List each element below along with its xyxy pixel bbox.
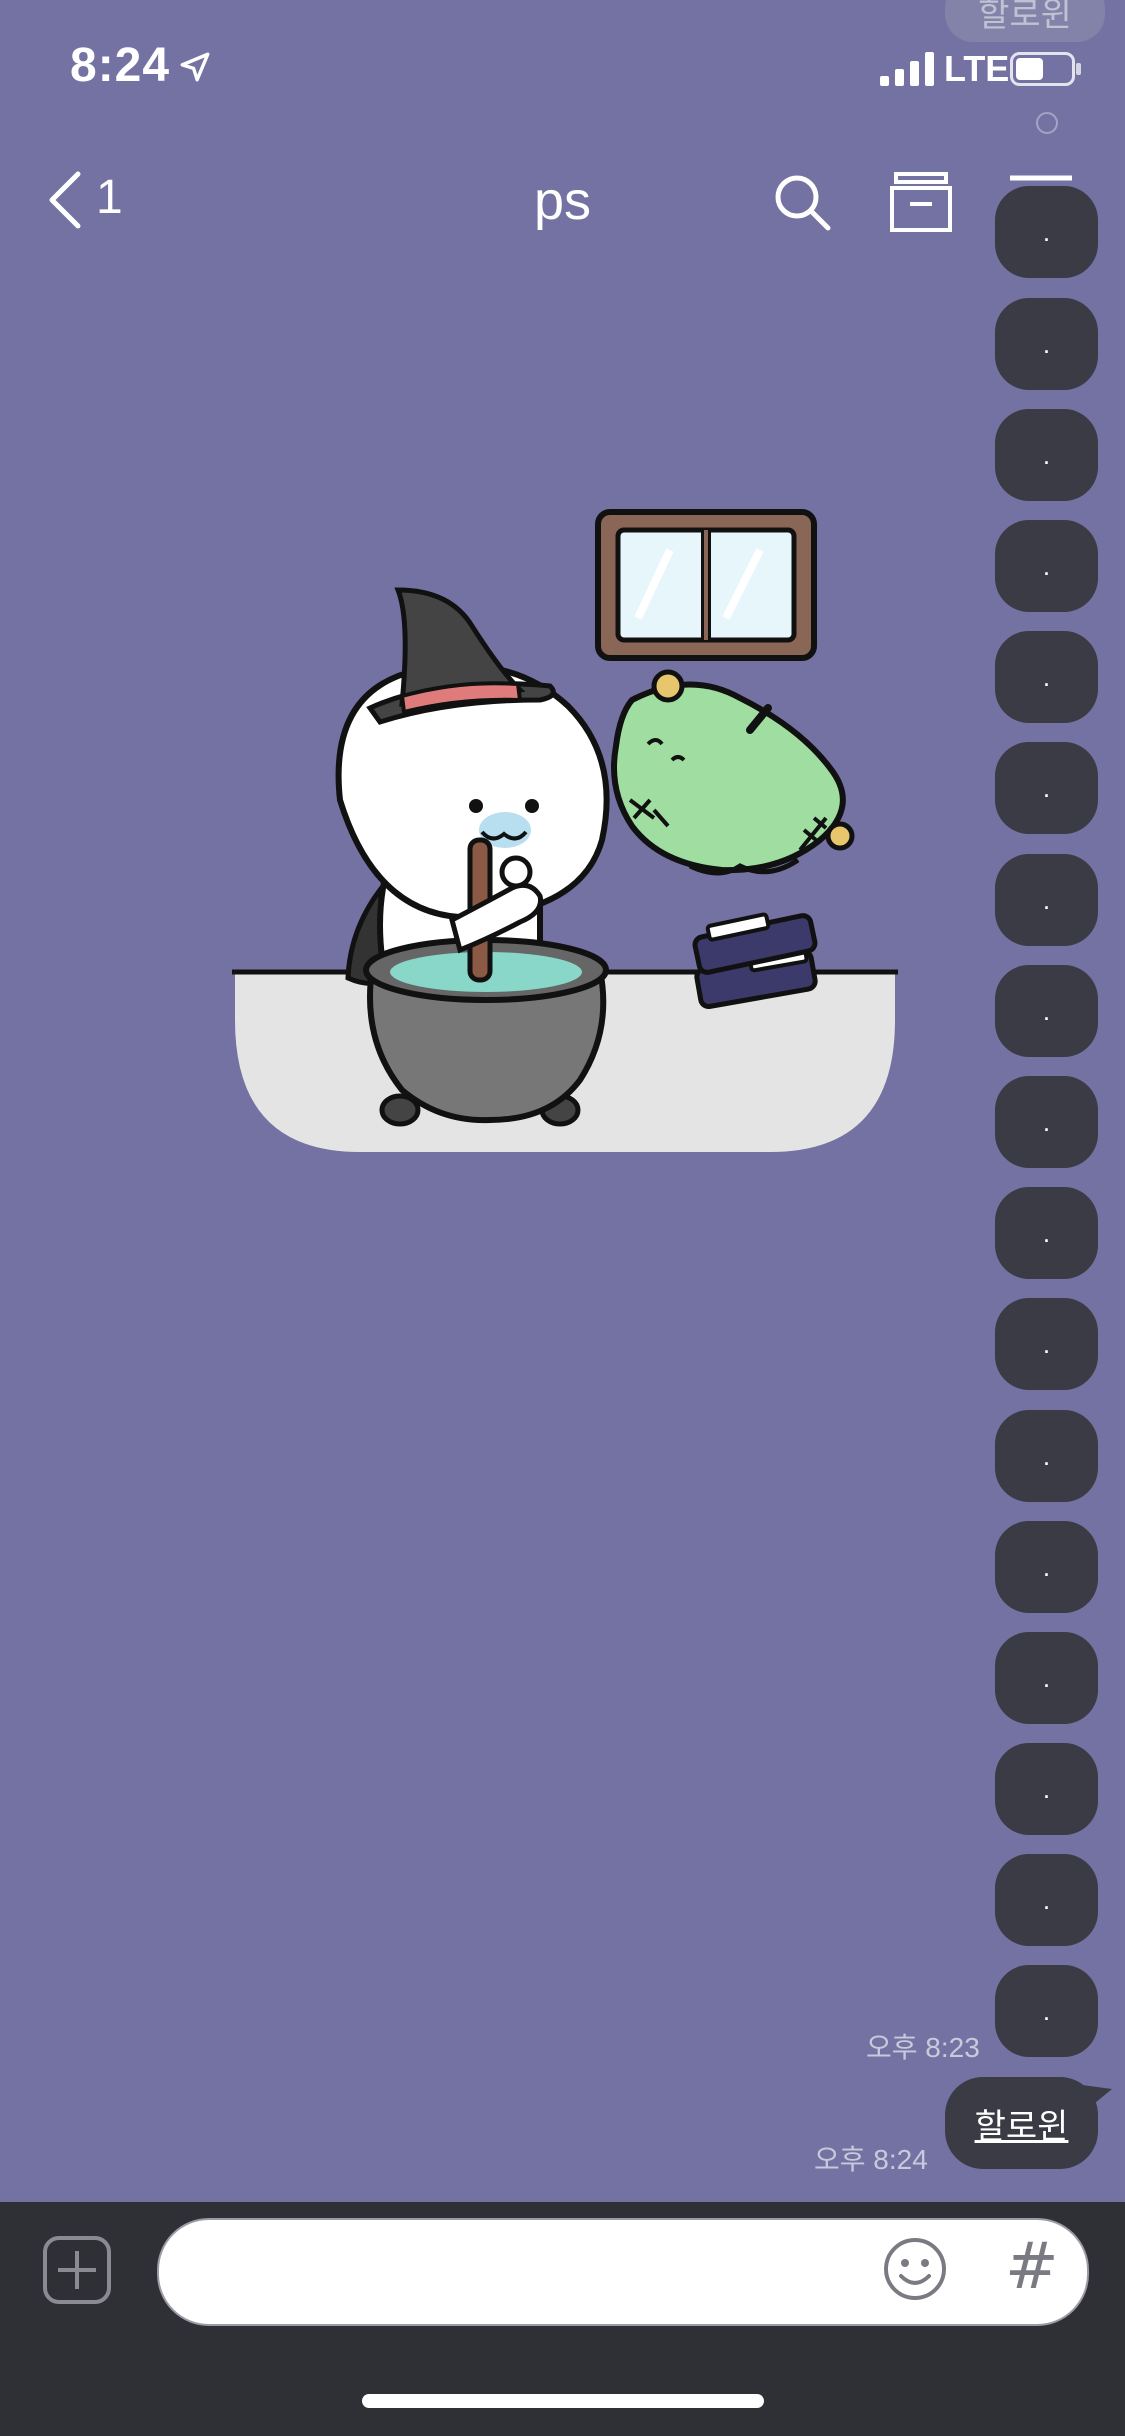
message-bubble[interactable]: .: [995, 742, 1098, 834]
message-bubble[interactable]: .: [995, 1743, 1098, 1835]
message-bubble[interactable]: .: [995, 1521, 1098, 1613]
message-bubble[interactable]: .: [995, 854, 1098, 946]
plus-icon[interactable]: [42, 2235, 112, 2305]
message-text-field[interactable]: [157, 2218, 1089, 2326]
message-bubble[interactable]: .: [995, 1187, 1098, 1279]
message-bubble[interactable]: .: [995, 1410, 1098, 1502]
message-bubble[interactable]: .: [995, 1632, 1098, 1724]
message-bubble[interactable]: .: [995, 1854, 1098, 1946]
message-bubble[interactable]: .: [995, 409, 1098, 501]
message-bubble[interactable]: .: [995, 520, 1098, 612]
message-list: . . . . . . . . . . . . . . . . .: [995, 0, 1098, 2200]
emoji-icon[interactable]: [882, 2236, 948, 2302]
message-bubble[interactable]: .: [995, 298, 1098, 390]
home-indicator[interactable]: [362, 2394, 764, 2408]
chat-header: 1 ps: [0, 150, 1125, 250]
message-bubble[interactable]: .: [995, 1076, 1098, 1168]
message-bubble[interactable]: .: [995, 186, 1098, 278]
message-bubble[interactable]: .: [995, 631, 1098, 723]
last-message-bubble[interactable]: 할로윈: [945, 2077, 1098, 2169]
message-bubble[interactable]: .: [995, 1298, 1098, 1390]
status-time: 8:24: [70, 39, 171, 92]
message-timestamp: 오후 8:23: [866, 2032, 980, 2063]
hashtag-search-button[interactable]: #: [1005, 2230, 1059, 2304]
cell-signal-icon: [880, 52, 934, 86]
last-message-timestamp: 오후 8:24: [814, 2144, 928, 2175]
halloween-sticker-image[interactable]: [220, 500, 910, 1180]
search-icon[interactable]: [772, 172, 832, 232]
location-arrow-icon: [180, 52, 210, 82]
chat-drawer-icon[interactable]: [888, 170, 954, 234]
chat-title: ps: [533, 171, 592, 231]
message-bubble[interactable]: .: [995, 965, 1098, 1057]
message-bubble[interactable]: .: [995, 1965, 1098, 2057]
